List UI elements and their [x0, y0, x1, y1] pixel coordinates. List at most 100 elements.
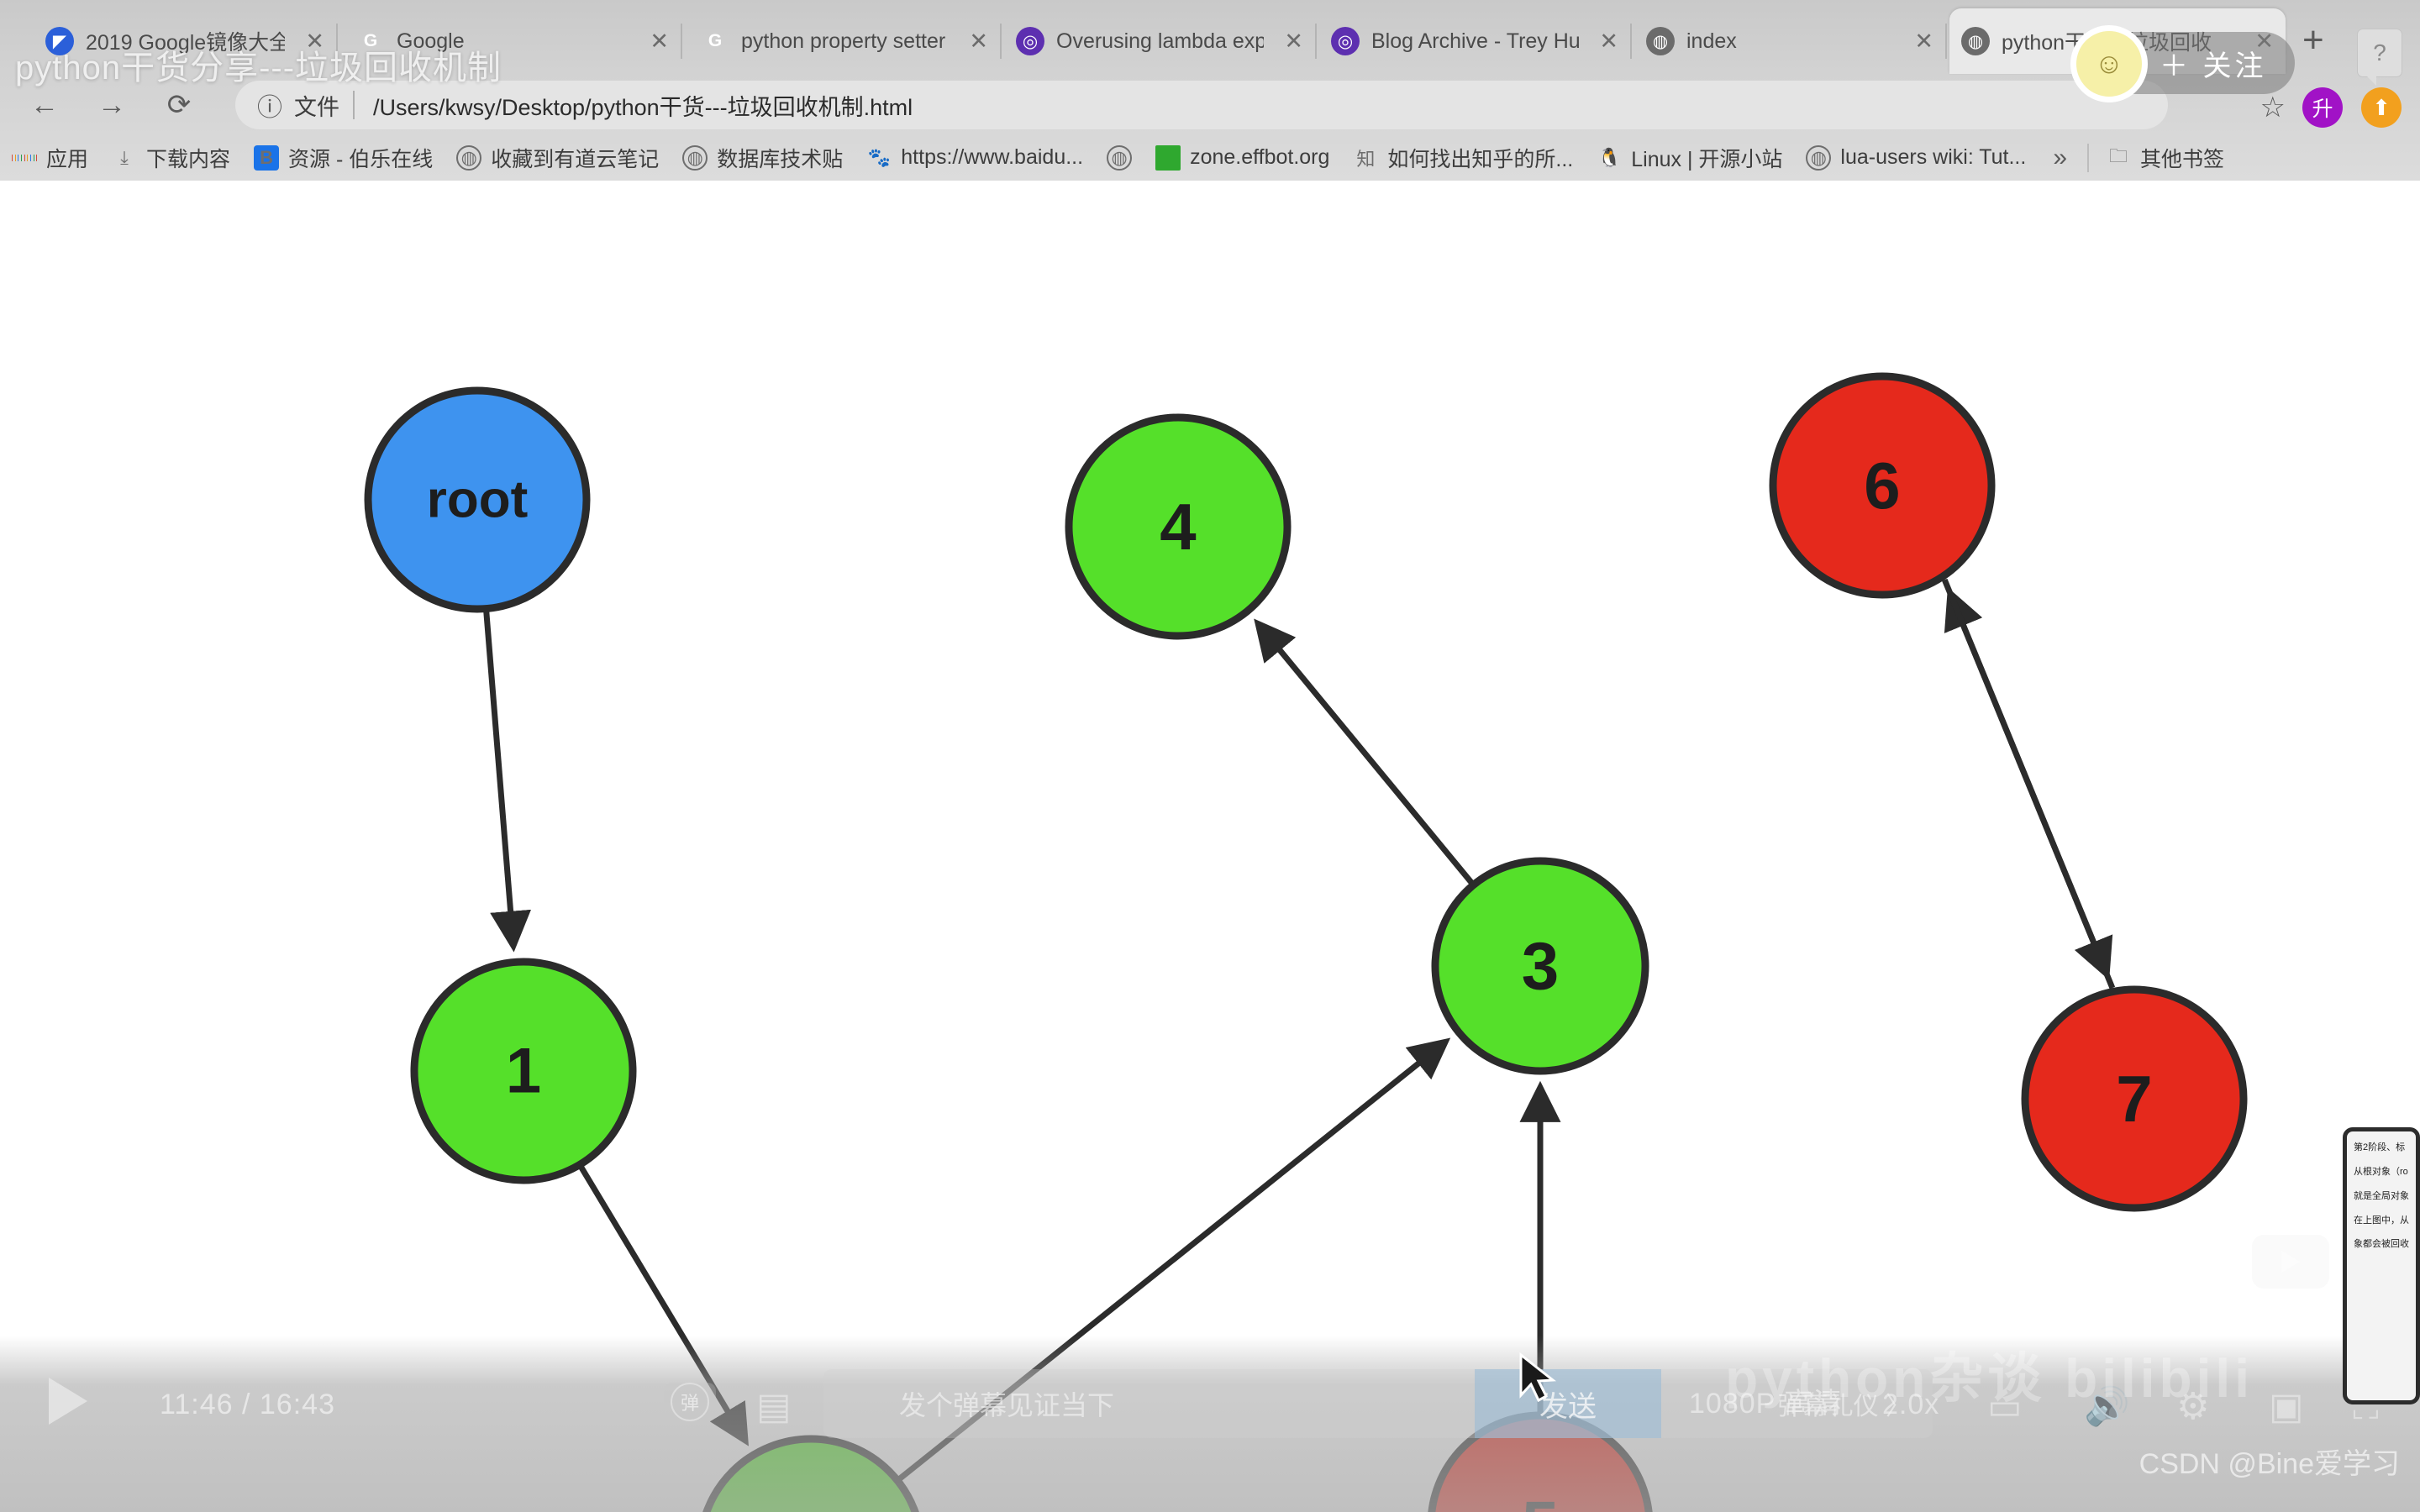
tab-close-button[interactable]: ✕ [1591, 29, 1618, 55]
bookmark-label: zone.effbot.org [1190, 145, 1330, 169]
widescreen-icon[interactable]: ▣ [2269, 1385, 2304, 1428]
browser-tab[interactable]: Gpython property setter ✕ [689, 8, 1002, 74]
tab-title: 2019 Google镜像大全 [86, 31, 286, 55]
site-watermark: python杂谈 bilibili [1725, 1348, 2254, 1409]
bookmark-label: 收藏到有道云笔记 [491, 147, 660, 171]
linux-icon: 🐧 [1597, 146, 1621, 168]
tab-close-button[interactable]: ✕ [641, 29, 669, 55]
bookmarks-overflow-button[interactable]: » [2038, 144, 2082, 172]
tab-separator [1945, 24, 1947, 59]
csdn-watermark: CSDN @Bine爱学习 [2139, 1448, 2400, 1480]
tab-title: Google [397, 29, 465, 53]
smiley-avatar-icon: ☺ [2094, 47, 2124, 80]
graph-node[interactable]: 3 [1431, 857, 1649, 1075]
bookmark-item[interactable]: ⤓ 下载内容 [100, 134, 242, 181]
danmaku-toggle-label: 弹 [671, 1383, 709, 1421]
baidu-icon: 🐾 [867, 146, 891, 168]
browser-tab[interactable]: G Google ✕ [345, 8, 682, 74]
page-info-icon[interactable]: ⓘ [257, 87, 282, 123]
forward-arrow-icon: → [97, 89, 126, 121]
browser-tab[interactable]: ◍ index ✕ [1634, 8, 1947, 74]
slide-note-line: 在上图中，从 [2354, 1215, 2409, 1226]
graph-edge [483, 610, 532, 953]
page-content: root1234567 [0, 181, 2420, 1512]
help-tooltip-box[interactable]: ? [2357, 29, 2402, 86]
play-button[interactable] [49, 1378, 87, 1425]
tab-separator [336, 24, 338, 59]
mini-play-overlay[interactable] [2252, 1235, 2329, 1289]
bookmark-item[interactable]: ◍ lua-users wiki: Tut... [1794, 134, 2038, 181]
bookmark-item[interactable]: 🐧 Linux | 开源小站 [1585, 134, 1794, 181]
avatar[interactable]: ☺ [2070, 25, 2148, 102]
url-scheme-label: 文件 [294, 94, 339, 120]
jobbole-icon: B [254, 144, 280, 171]
other-bookmarks-folder[interactable]: 🗀 其他书签 [2094, 134, 2236, 181]
node-label: 4 [1160, 490, 1196, 564]
bookmark-label: https://www.baidu... [901, 145, 1084, 169]
tab-separator [1000, 24, 1002, 59]
danmaku-toggle-button[interactable]: 弹 [664, 1383, 716, 1421]
bookmarks-bar: 应用 ⤓ 下载内容 B 资源 - 伯乐在线 ◍ 收藏到有道云笔记 ◍ 数据库技术贴 🐾 https:… [0, 134, 2420, 181]
reload-icon: ⟳ [166, 89, 192, 121]
globe-icon: ◍ [682, 144, 708, 171]
danmaku-settings-icon[interactable]: ▤ [756, 1385, 792, 1428]
extension-badge[interactable]: ⬆ [2361, 87, 2402, 128]
graph-node[interactable]: root [364, 386, 591, 613]
address-bar[interactable]: ⓘ 文件 /Users/kwsy/Desktop/python干货---垃圾回收… [235, 81, 2168, 129]
graph-node[interactable]: 6 [1769, 372, 1996, 599]
tab-close-button[interactable]: ✕ [297, 29, 324, 55]
bookmark-item[interactable]: B 资源 - 伯乐在线 [242, 134, 445, 181]
bookmark-item[interactable]: ◍ 数据库技术贴 [671, 134, 855, 181]
back-button[interactable]: ← [25, 86, 64, 124]
bookmark-label: 应用 [46, 147, 89, 171]
bookmark-star-icon[interactable]: ☆ [2260, 91, 2286, 124]
play-triangle-icon [2281, 1251, 2300, 1273]
bookmark-label: lua-users wiki: Tut... [1840, 145, 2027, 169]
graph-node[interactable]: 1 [410, 958, 637, 1184]
navigation-bar: ← → ⟳ ⌂ ⓘ 文件 /Users/kwsy/Desktop/python干… [0, 74, 2420, 134]
bookmark-label: 资源 - 伯乐在线 [288, 147, 434, 171]
browser-window: ◤ 2019 Google镜像大全 ✕ G Google ✕ Gpython propert… [0, 0, 2420, 1512]
site-icon: ◎ [1331, 27, 1360, 55]
folder-icon: 🗀 [2108, 144, 2128, 166]
node-label: 1 [506, 1036, 541, 1107]
bookmark-item[interactable]: 应用 [0, 134, 100, 181]
tab-close-button[interactable]: ✕ [1276, 29, 1303, 55]
forward-button[interactable]: → [92, 86, 131, 124]
browser-tab[interactable]: ◎ Blog Archive - Trey Hu ✕ [1319, 8, 1632, 74]
tab-separator [1315, 24, 1317, 59]
tab-title: Overusing lambda exp [1056, 29, 1265, 53]
reload-button[interactable]: ⟳ [160, 86, 198, 124]
tab-title: index [1686, 29, 1737, 53]
tab-title: python property setter [741, 29, 946, 53]
danmaku-send-button[interactable]: 发送 [1475, 1369, 1661, 1438]
graph-edge [1941, 578, 2113, 980]
follow-button-label: ＋ 关注 [2160, 50, 2267, 82]
node-label: 3 [1522, 929, 1560, 1004]
bookmark-label: 下载内容 [146, 147, 231, 171]
slide-note-line: 从根对象（ro [2354, 1166, 2408, 1177]
tab-close-button[interactable]: ✕ [960, 29, 988, 55]
graph-node[interactable]: 4 [1065, 413, 1292, 640]
video-control-bar: 11:46 / 16:43 弹 ▤ 发个弹幕见证当下 弹幕礼仪 〉 发送 108… [0, 1336, 2420, 1512]
graph-node[interactable]: 7 [2021, 985, 2248, 1212]
globe-icon: ◍ [1646, 27, 1675, 55]
new-tab-button[interactable]: + [2302, 22, 2324, 59]
timecode-label: 11:46 / 16:43 [160, 1389, 335, 1420]
bookmark-item[interactable]: 🐾 https://www.baidu... [855, 134, 1095, 181]
bookmark-item[interactable]: ◍ [1095, 134, 1144, 181]
tab-strip: ◤ 2019 Google镜像大全 ✕ G Google ✕ Gpython propert… [0, 0, 2420, 86]
back-arrow-icon: ← [30, 89, 59, 121]
node-label: root [427, 471, 529, 529]
profile-badge[interactable]: 升 [2302, 87, 2343, 128]
tab-close-button[interactable]: ✕ [1906, 29, 1933, 55]
bookmark-label: 其他书签 [2140, 147, 2225, 171]
slide-thumbnail-panel[interactable]: 第2阶段、标 从根对象（ro 就是全局对象 在上图中，从 象都会被回收 [2343, 1127, 2420, 1404]
download-icon: ⤓ [120, 146, 129, 168]
bookmark-item[interactable]: zone.effbot.org [1144, 134, 1341, 181]
bookmark-item[interactable]: ◍ 收藏到有道云笔记 [445, 134, 671, 181]
browser-tab[interactable]: ◤ 2019 Google镜像大全 ✕ [34, 8, 338, 74]
bookmark-item[interactable]: 知如何找出知乎的所... [1341, 134, 1585, 181]
browser-tab[interactable]: ◎ Overusing lambda exp ✕ [1004, 8, 1317, 74]
danmaku-placeholder: 发个弹幕见证当下 [899, 1390, 1115, 1420]
